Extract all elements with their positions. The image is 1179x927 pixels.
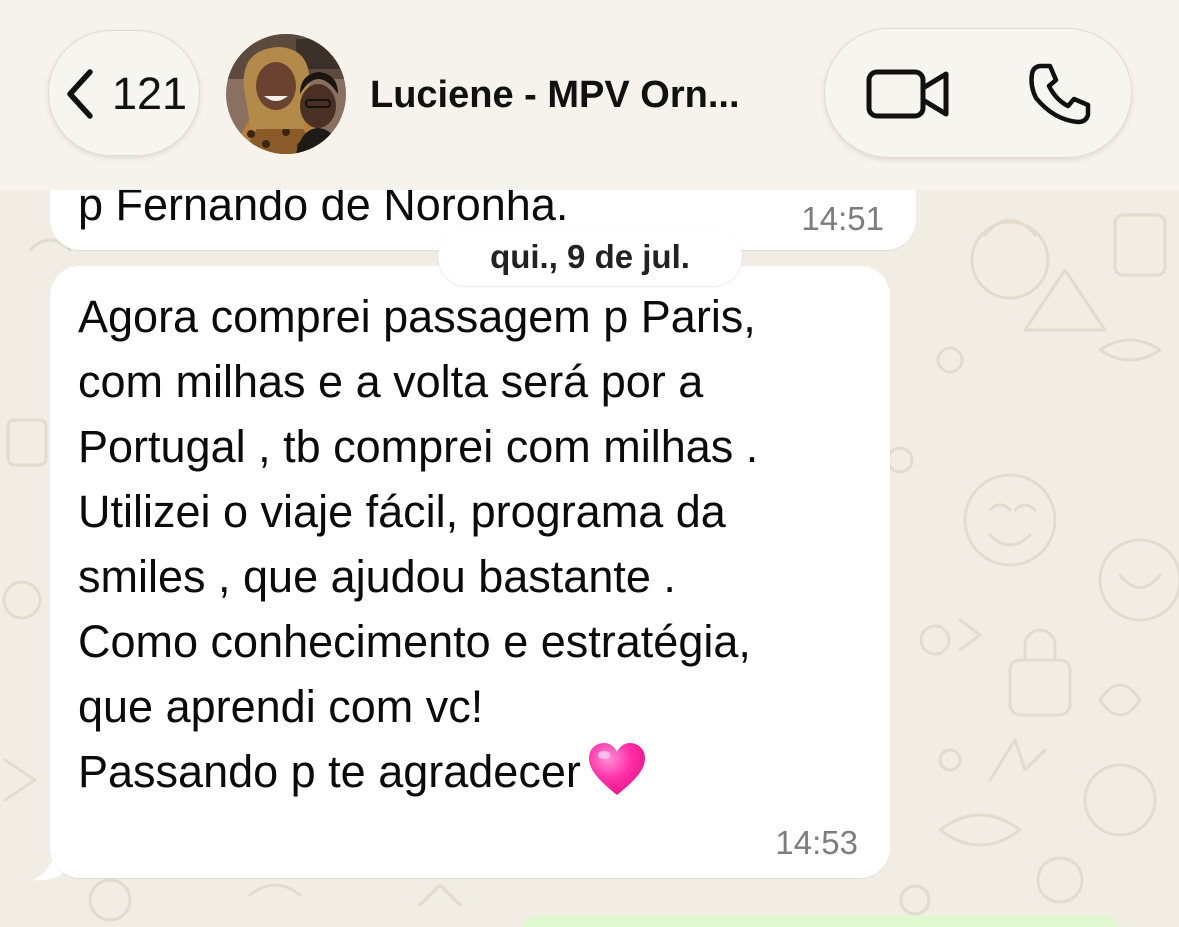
unread-count: 121 bbox=[112, 68, 188, 119]
message-line-last-text: Passando p te agradecer bbox=[78, 746, 581, 797]
previous-message-time: 14:51 bbox=[801, 200, 884, 237]
message-line: smiles , que ajudou bastante . bbox=[78, 551, 676, 602]
message-line: com milhas e a volta será por a bbox=[78, 356, 704, 407]
next-message-bubble[interactable] bbox=[520, 915, 1120, 927]
heart-emoji-icon bbox=[588, 743, 645, 795]
video-camera-icon[interactable] bbox=[866, 64, 950, 124]
avatar[interactable] bbox=[226, 34, 346, 154]
message-line: Agora comprei passagem p Paris, bbox=[78, 291, 756, 342]
message-line-last: Passando p te agradecer bbox=[78, 739, 878, 804]
message-text: Agora comprei passagem p Paris, com milh… bbox=[78, 284, 878, 804]
main-message-time: 14:53 bbox=[775, 824, 858, 861]
main-message-bubble[interactable]: Agora comprei passagem p Paris, com milh… bbox=[50, 266, 890, 878]
phone-icon[interactable] bbox=[1026, 60, 1094, 128]
message-line: que aprendi com vc! bbox=[78, 681, 484, 732]
message-line: Portugal , tb comprei com milhas . bbox=[78, 421, 759, 472]
message-line: Utilizei o viaje fácil, programa da bbox=[78, 486, 726, 537]
message-line: Como conhecimento e estratégia, bbox=[78, 616, 751, 667]
chevron-left-icon bbox=[67, 69, 93, 119]
date-separator: qui., 9 de jul. bbox=[438, 228, 742, 286]
contact-name[interactable]: Luciene - MPV Orn... bbox=[370, 70, 740, 120]
